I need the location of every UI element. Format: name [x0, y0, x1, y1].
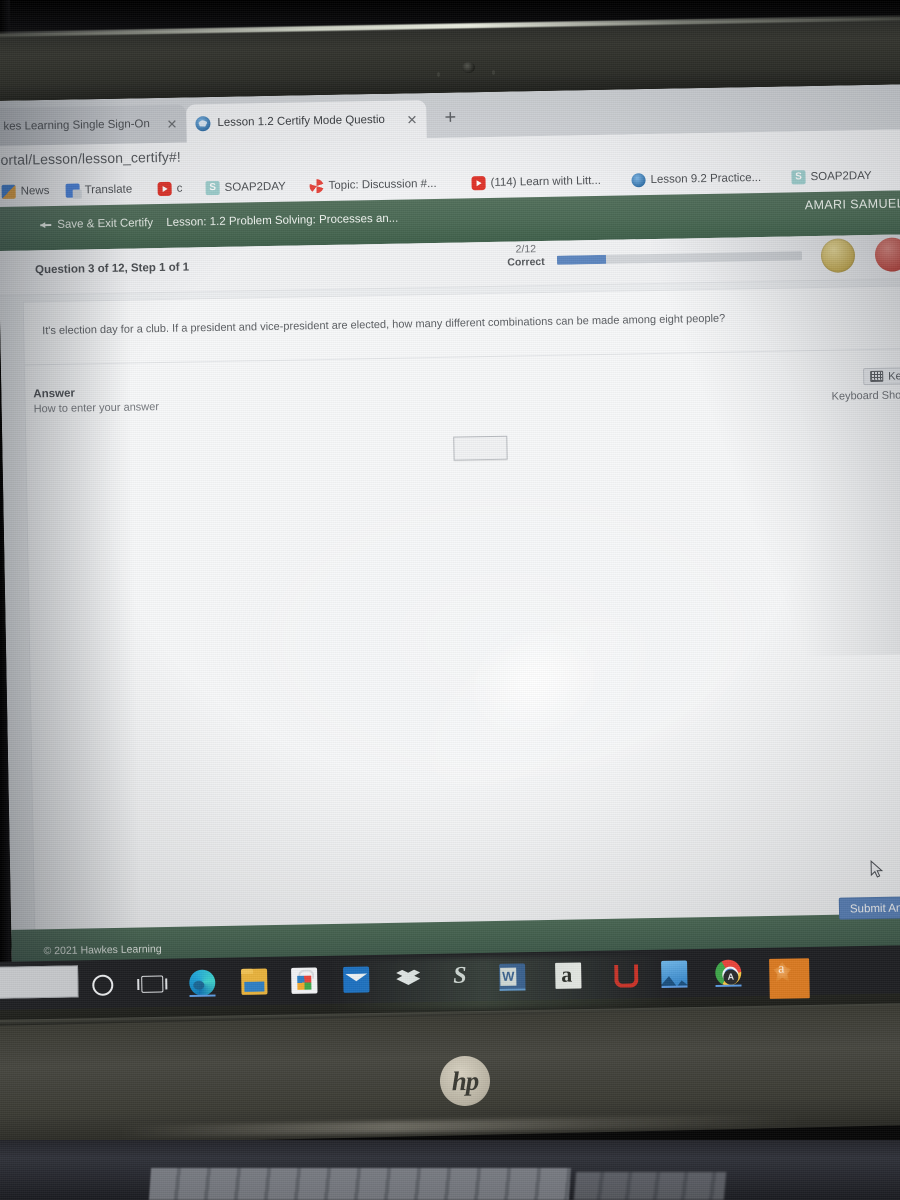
- microphone-hole: [492, 70, 495, 75]
- taskbar-item-cortana[interactable]: [86, 968, 119, 1001]
- orange-app-icon: [769, 958, 810, 999]
- bookmark-c[interactable]: c: [157, 178, 182, 200]
- youtube-icon: [157, 181, 172, 197]
- keyboard-shortcuts-label[interactable]: Keyboard Sho: [831, 389, 900, 402]
- taskbar-item-task-view[interactable]: [136, 967, 169, 1000]
- mouse-cursor: [870, 859, 884, 878]
- taskbar-item-orange-app[interactable]: [766, 955, 813, 1002]
- slack-icon: [447, 964, 473, 990]
- bookmark-news[interactable]: News: [1, 180, 50, 203]
- youtube-icon: [471, 176, 486, 191]
- taskbar-item-file-explorer[interactable]: [238, 965, 271, 998]
- bookmark-translate[interactable]: Translate: [65, 179, 132, 202]
- task-view-icon: [141, 975, 164, 993]
- soap2day-icon: S: [205, 180, 220, 196]
- browser-tab-active[interactable]: Lesson 1.2 Certify Mode Questio ✕: [186, 100, 427, 143]
- bookmark-label: Translate: [84, 183, 133, 197]
- running-indicator: [661, 985, 688, 988]
- hawkes-icon: [195, 115, 211, 131]
- tab-title: Lesson 1.2 Certify Mode Questio: [217, 113, 386, 129]
- close-icon[interactable]: ✕: [166, 116, 177, 131]
- keyboard-button[interactable]: Key: [863, 367, 900, 386]
- photos-icon: [661, 960, 688, 987]
- running-indicator: [499, 988, 526, 991]
- topic-icon: [309, 179, 324, 194]
- taskbar-item-amazon[interactable]: [552, 959, 585, 992]
- hawkes-icon: [631, 173, 646, 188]
- new-tab-button[interactable]: +: [438, 106, 462, 130]
- score-display: 2/12 Correct: [491, 243, 561, 270]
- microsoft-store-icon: [291, 967, 318, 994]
- microphone-hole: [437, 72, 440, 77]
- bookmark-topic-discussion[interactable]: Topic: Discussion #...: [309, 173, 437, 197]
- taskbar-item-photos[interactable]: [658, 957, 691, 990]
- progress-bar-fill: [556, 254, 607, 265]
- taskbar-item-word[interactable]: [496, 960, 529, 993]
- edge-icon: [189, 969, 216, 996]
- close-icon[interactable]: ✕: [406, 112, 417, 127]
- bookmark-learn-with-litt[interactable]: (114) Learn with Litt...: [471, 170, 601, 194]
- bookmark-label: c: [176, 182, 183, 195]
- bookmark-label: (114) Learn with Litt...: [490, 174, 602, 189]
- browser-tab-inactive[interactable]: kes Learning Single Sign-On ✕: [0, 104, 187, 147]
- desk-texture: [573, 1172, 727, 1200]
- answer-input[interactable]: [453, 435, 508, 461]
- laptop-screen: kes Learning Single Sign-On ✕ Lesson 1.2…: [0, 84, 900, 973]
- taskbar-item-microsoft-store[interactable]: [288, 964, 321, 997]
- word-icon: [499, 963, 526, 990]
- question-card: [22, 285, 900, 973]
- mail-icon: [343, 966, 370, 993]
- save-exit-label: Save & Exit Certify: [57, 217, 154, 231]
- soap2day-icon: S: [791, 170, 806, 185]
- bookmark-soap2day-2[interactable]: S SOAP2DAY: [791, 165, 872, 188]
- taskbar-item-u-app[interactable]: [606, 958, 639, 991]
- translate-icon: [65, 183, 80, 198]
- taskbar-item-edge[interactable]: [186, 966, 219, 999]
- arrow-left-icon: [40, 224, 52, 227]
- bookmark-label: SOAP2DAY: [810, 169, 872, 184]
- copyright-text: © 2021 Hawkes Learning: [43, 943, 162, 958]
- start-search-box[interactable]: [0, 965, 79, 999]
- score-label: Correct: [507, 255, 545, 269]
- news-icon: [1, 184, 16, 199]
- bookmark-label: SOAP2DAY: [224, 180, 286, 194]
- amazon-icon: [555, 962, 582, 989]
- file-explorer-icon: [241, 968, 268, 995]
- desk-texture: [148, 1168, 572, 1200]
- how-to-enter-answer-link[interactable]: How to enter your answer: [34, 401, 160, 415]
- u-app-icon: [609, 961, 635, 987]
- taskbar-item-mail[interactable]: [340, 963, 373, 996]
- keyboard-icon: [870, 370, 884, 383]
- taskbar-item-dropbox[interactable]: [392, 962, 425, 995]
- taskbar-item-slack[interactable]: [444, 961, 477, 994]
- keyboard-button-label: Key: [888, 369, 900, 383]
- tab-title: kes Learning Single Sign-On: [3, 118, 150, 133]
- score-value: 2/12: [515, 243, 537, 256]
- user-name[interactable]: AMARI SAMUEL: [805, 196, 900, 212]
- bookmark-label: News: [20, 185, 50, 198]
- answer-section-title: Answer: [33, 387, 76, 401]
- bookmark-label: Topic: Discussion #...: [328, 177, 437, 192]
- bookmark-lesson-9-2-practice[interactable]: Lesson 9.2 Practice...: [631, 167, 761, 191]
- bookmark-label: Lesson 9.2 Practice...: [650, 171, 762, 187]
- bookmark-soap2day-1[interactable]: S SOAP2DAY: [205, 176, 286, 199]
- save-and-exit-certify-button[interactable]: Save & Exit Certify: [40, 217, 153, 231]
- running-indicator: [715, 984, 742, 987]
- taskbar-item-chrome[interactable]: A: [712, 956, 745, 989]
- cortana-icon: [92, 974, 114, 996]
- running-indicator: [189, 994, 216, 997]
- dropbox-icon: [395, 965, 421, 991]
- photo-of-laptop-screen: kes Learning Single Sign-On ✕ Lesson 1.2…: [0, 0, 900, 1200]
- submit-answer-button[interactable]: Submit Answ: [838, 896, 900, 920]
